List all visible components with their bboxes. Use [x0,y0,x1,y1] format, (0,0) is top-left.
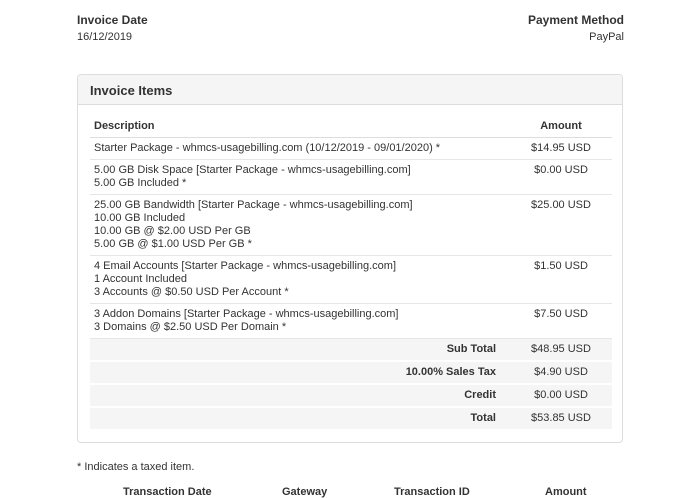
amount-header: Amount [510,116,612,138]
summary-value: $48.95 USD [510,338,612,362]
item-description: 3 Addon Domains [Starter Package - whmcs… [90,303,510,339]
item-description-line: 4 Email Accounts [Starter Package - whmc… [94,260,397,272]
gateway-header: Gateway [282,486,328,498]
payment-method-label: Payment Method [527,13,624,27]
summary-label: 10.00% Sales Tax [90,361,510,385]
item-description-line: 10.00 GB Included [94,212,186,224]
invoice-item-row: 25.00 GB Bandwidth [Starter Package - wh… [90,194,612,256]
summary-label: Total [90,407,510,431]
invoice-items-title: Invoice Items [78,75,622,105]
item-amount: $7.50 USD [510,303,612,339]
item-description: Starter Package - whmcs-usagebilling.com… [90,137,510,160]
invoice-item-row: 5.00 GB Disk Space [Starter Package - wh… [90,159,612,195]
item-amount: $0.00 USD [510,159,612,195]
item-description-line: 1 Account Included [94,273,187,285]
item-description-line: 3 Addon Domains [Starter Package - whmcs… [94,308,399,320]
invoice-items-table: Description Amount Starter Package - whm… [90,116,612,431]
item-amount: $25.00 USD [510,194,612,256]
invoice-date-label: Invoice Date [77,13,148,27]
invoice-items-panel: Invoice Items Description Amount Starter… [77,74,623,443]
item-description-line: 3 Accounts @ $0.50 USD Per Account * [94,286,289,298]
item-amount: $1.50 USD [510,255,612,304]
transactions-header: Transaction Date Gateway Transaction ID … [77,486,623,498]
item-description: 25.00 GB Bandwidth [Starter Package - wh… [90,194,510,256]
summary-row: Credit $0.00 USD [90,384,612,408]
summary-row: Sub Total $48.95 USD [90,338,612,362]
item-description-line: 5.00 GB Disk Space [Starter Package - wh… [94,164,411,176]
invoice-item-row: 4 Email Accounts [Starter Package - whmc… [90,255,612,304]
summary-label: Sub Total [90,338,510,362]
item-amount: $14.95 USD [510,137,612,160]
table-header-row: Description Amount [90,116,612,138]
taxed-item-note: * Indicates a taxed item. [77,461,195,473]
transaction-date-header: Transaction Date [123,486,212,498]
summary-value: $4.90 USD [510,361,612,385]
description-header: Description [90,116,510,138]
invoice-date-block: Invoice Date 16/12/2019 [77,13,148,43]
transaction-id-header: Transaction ID [394,486,470,498]
item-description: 5.00 GB Disk Space [Starter Package - wh… [90,159,510,195]
summary-row: 10.00% Sales Tax $4.90 USD [90,361,612,385]
transaction-amount-header: Amount [545,486,587,498]
summary-value: $53.85 USD [510,407,612,431]
summary-row: Total $53.85 USD [90,407,612,431]
item-description-line: 25.00 GB Bandwidth [Starter Package - wh… [94,199,413,211]
invoice-items-body: Starter Package - whmcs-usagebilling.com… [90,137,612,431]
item-description-line: Starter Package - whmcs-usagebilling.com… [94,142,441,154]
payment-method-block: Payment Method PayPal [528,13,624,43]
summary-label: Credit [90,384,510,408]
item-description: 4 Email Accounts [Starter Package - whmc… [90,255,510,304]
payment-method-value: PayPal [589,31,624,43]
invoice-date-value: 16/12/2019 [77,31,133,43]
item-description-line: 5.00 GB @ $1.00 USD Per GB * [94,238,252,250]
summary-value: $0.00 USD [510,384,612,408]
invoice-item-row: Starter Package - whmcs-usagebilling.com… [90,137,612,160]
item-description-line: 5.00 GB Included * [94,177,187,189]
invoice-item-row: 3 Addon Domains [Starter Package - whmcs… [90,303,612,339]
item-description-line: 10.00 GB @ $2.00 USD Per GB [94,225,251,237]
item-description-line: 3 Domains @ $2.50 USD Per Domain * [94,321,287,333]
